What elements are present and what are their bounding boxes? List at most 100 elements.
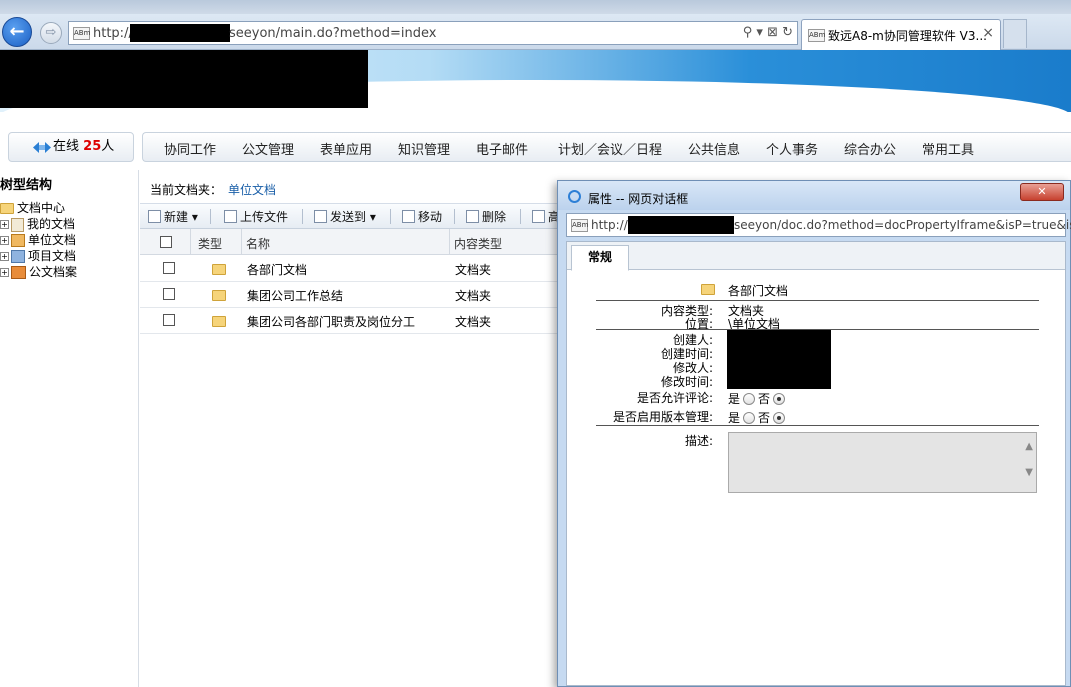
- toolbar-divider: [454, 209, 455, 224]
- project-icon: [11, 250, 25, 263]
- tree-item-unit-docs[interactable]: + 单位文档: [0, 231, 76, 248]
- column-divider: [190, 229, 191, 255]
- online-unit: 人: [101, 139, 115, 154]
- more-button[interactable]: 高: [532, 208, 560, 225]
- menu-office[interactable]: 综合办公: [844, 139, 896, 158]
- address-tools-icons[interactable]: ⚲ ▾ ⊠ ↻: [743, 25, 793, 40]
- menu-strip: 协同工作 公文管理 表单应用 知识管理 电子邮件 计划／会议／日程 公共信息 个…: [142, 132, 1071, 162]
- yes-label: 是: [728, 392, 741, 406]
- address-bar[interactable]: ABm http:// seeyon/main.do?method=index …: [68, 21, 798, 45]
- row-type: 文档夹: [455, 289, 492, 303]
- url-prefix: http://: [93, 26, 133, 41]
- move-button[interactable]: 移动: [402, 208, 442, 225]
- row-name[interactable]: 集团公司各部门职责及岗位分工: [247, 313, 415, 330]
- new-button[interactable]: 新建 ▾: [148, 208, 198, 225]
- tree-item-label: 单位文档: [28, 233, 77, 247]
- browser-tab[interactable]: ABm 致远A8-m协同管理软件 V3... ×: [801, 19, 1001, 50]
- row-checkbox[interactable]: [163, 288, 175, 300]
- scroll-down-icon[interactable]: ▼: [1025, 467, 1033, 478]
- send-to-label: 发送到: [330, 210, 367, 224]
- menu-personal[interactable]: 个人事务: [766, 139, 818, 158]
- column-type[interactable]: 类型: [198, 235, 222, 252]
- expand-icon[interactable]: +: [0, 252, 9, 261]
- toolbar-divider: [210, 209, 211, 224]
- column-name[interactable]: 名称: [246, 235, 270, 252]
- menu-email[interactable]: 电子邮件: [476, 139, 528, 158]
- menu-forms[interactable]: 表单应用: [320, 139, 372, 158]
- tree-item-label: 我的文档: [27, 217, 76, 231]
- tree-item-label: 公文档案: [29, 265, 78, 279]
- select-all-checkbox[interactable]: [160, 236, 172, 248]
- tree-item-archive[interactable]: + 公文档案: [0, 263, 77, 280]
- dialog-title: 属性 -- 网页对话框: [588, 192, 689, 206]
- no-label: 否: [758, 392, 771, 406]
- send-to-button[interactable]: 发送到 ▾: [314, 208, 376, 225]
- properties-dialog: 属性 -- 网页对话框 ✕ ABm http:// seeyon/doc.do?…: [557, 180, 1071, 687]
- menu-public-info[interactable]: 公共信息: [688, 139, 740, 158]
- radio-comment-no[interactable]: [773, 393, 786, 405]
- current-folder-label: 当前文档夹：: [150, 183, 223, 197]
- folder-icon: [0, 203, 14, 214]
- archive-icon: [11, 266, 26, 279]
- tree-item-my-docs[interactable]: + 我的文档: [0, 215, 75, 232]
- upload-button[interactable]: 上传文件: [224, 208, 288, 225]
- table-row[interactable]: 集团公司各部门职责及岗位分工 文档夹: [140, 308, 560, 334]
- online-label: 在线: [53, 139, 80, 154]
- row-name[interactable]: 集团公司工作总结: [247, 287, 343, 304]
- upload-icon: [224, 210, 237, 223]
- online-count: 25: [83, 139, 102, 154]
- delete-label: 删除: [482, 210, 507, 224]
- folder-icon: [701, 284, 715, 295]
- new-tab-button[interactable]: [1003, 19, 1027, 48]
- radio-version-yes[interactable]: [743, 412, 756, 424]
- expand-icon[interactable]: +: [0, 268, 9, 277]
- close-tab-icon[interactable]: ×: [982, 25, 994, 41]
- dialog-address-bar[interactable]: ABm http:// seeyon/doc.do?method=docProp…: [566, 213, 1071, 237]
- toolbar-divider: [520, 209, 521, 224]
- dialog-url-path: seeyon/doc.do?method=docPropertyIframe&i…: [734, 218, 1071, 232]
- back-button[interactable]: ←: [2, 17, 32, 47]
- expand-icon[interactable]: +: [0, 220, 9, 229]
- menu-tools[interactable]: 常用工具: [922, 139, 974, 158]
- scroll-up-icon[interactable]: ▲: [1025, 441, 1033, 452]
- allow-comment-radios: 是否: [728, 390, 788, 407]
- taskbar-strip: [0, 0, 1071, 14]
- document-icon: [11, 217, 24, 232]
- menu-collaboration[interactable]: 协同工作: [164, 139, 216, 158]
- dialog-url-prefix: http://: [591, 218, 628, 232]
- menu-plan-meeting-schedule[interactable]: 计划／会议／日程: [558, 139, 662, 158]
- column-content-type[interactable]: 内容类型: [454, 235, 502, 252]
- row-checkbox[interactable]: [163, 314, 175, 326]
- menu-knowledge[interactable]: 知识管理: [398, 139, 450, 158]
- dialog-titlebar[interactable]: 属性 -- 网页对话框 ✕: [558, 181, 1070, 210]
- move-label: 移动: [418, 210, 443, 224]
- folder-icon: [212, 264, 226, 275]
- delete-button[interactable]: 删除: [466, 208, 506, 225]
- radio-version-no[interactable]: [773, 412, 786, 424]
- description-textarea[interactable]: ▲ ▼: [728, 432, 1037, 493]
- tree-header: 树型结构: [0, 178, 53, 193]
- radio-comment-yes[interactable]: [743, 393, 756, 405]
- forward-button[interactable]: ⇨: [40, 22, 62, 44]
- tab-general[interactable]: 常规: [571, 245, 629, 271]
- app-banner: [0, 50, 1071, 112]
- current-folder-link[interactable]: 单位文档: [228, 183, 276, 197]
- doc-name: 各部门文档: [728, 284, 789, 298]
- send-icon: [314, 210, 327, 223]
- dialog-close-button[interactable]: ✕: [1020, 183, 1064, 201]
- table-row[interactable]: 各部门文档 文档夹: [140, 256, 560, 282]
- expand-icon[interactable]: +: [0, 236, 9, 245]
- row-checkbox[interactable]: [163, 262, 175, 274]
- row-name[interactable]: 各部门文档: [247, 261, 307, 278]
- tree-panel: 树型结构 文档中心 + 我的文档 + 单位文档 + 项目文档 + 公文档案: [0, 170, 139, 687]
- table-row[interactable]: 集团公司工作总结 文档夹: [140, 282, 560, 308]
- online-users[interactable]: 在线 25人: [8, 132, 134, 162]
- toolbar-divider: [302, 209, 303, 224]
- tab-title: 致远A8-m协同管理软件 V3...: [828, 29, 987, 43]
- dialog-tabs: 常规: [567, 242, 1065, 271]
- tree-item-project-docs[interactable]: + 项目文档: [0, 247, 76, 264]
- tree-root[interactable]: 文档中心: [0, 199, 65, 216]
- redacted-host: [628, 216, 734, 234]
- row-type: 文档夹: [455, 315, 492, 329]
- menu-official-docs[interactable]: 公文管理: [242, 139, 294, 158]
